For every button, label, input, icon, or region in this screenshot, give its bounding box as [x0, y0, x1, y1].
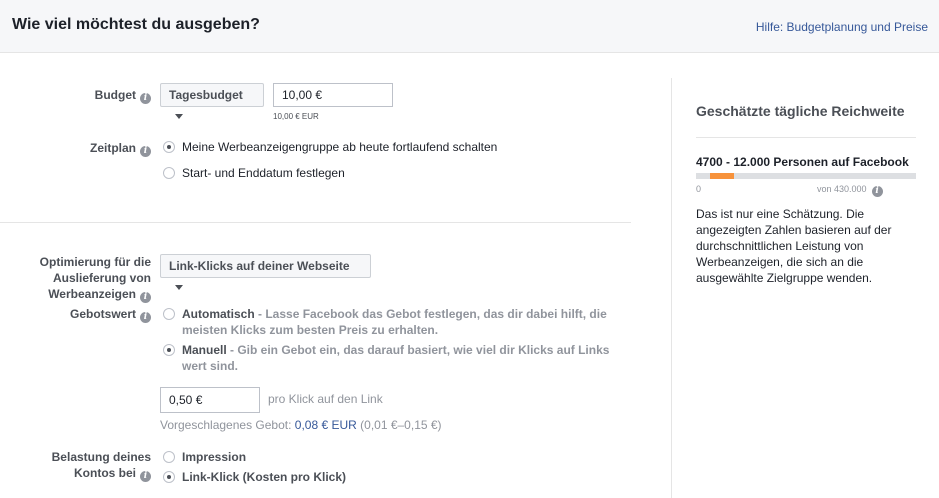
reach-bar: [696, 173, 916, 179]
schedule-option-continuous[interactable]: Meine Werbeanzeigengruppe ab heute fortl…: [182, 139, 497, 155]
page-header: Wie viel möchtest du ausgeben? Hilfe: Bu…: [0, 0, 939, 53]
budget-label: Budget i: [60, 87, 151, 104]
charge-option-link-click[interactable]: Link-Klick (Kosten pro Klick): [182, 469, 346, 485]
reach-bar-max-text: von 430.000: [817, 184, 867, 194]
budget-amount-note: 10,00 € EUR: [273, 112, 319, 121]
info-icon[interactable]: i: [140, 471, 151, 482]
charge-label-line1: Belastung deines: [51, 450, 151, 464]
bid-automatic-desc-2: meisten Klicks zum besten Preis zu erhal…: [182, 323, 439, 337]
charge-option-impression[interactable]: Impression: [182, 449, 246, 465]
bid-label: Gebotswert i: [40, 306, 151, 323]
page-title: Wie viel möchtest du ausgeben?: [12, 16, 260, 33]
schedule-radio-continuous[interactable]: [163, 141, 175, 153]
optimization-dropdown[interactable]: Link-Klicks auf deiner Webseite: [160, 254, 371, 290]
reach-description: Das ist nur eine Schätzung. Die angezeig…: [696, 207, 892, 285]
budget-type-dropdown[interactable]: Tagesbudget: [160, 83, 264, 119]
bid-radio-automatic[interactable]: [163, 308, 175, 320]
optimization-label: Optimierung für die Auslieferung von Wer…: [10, 254, 151, 303]
suggested-bid-prefix: Vorgeschlagenes Gebot:: [160, 418, 295, 432]
budget-label-text: Budget: [94, 88, 136, 102]
charge-label: Belastung deines Kontos bei i: [20, 449, 151, 482]
budget-amount-input[interactable]: 10,00 €: [273, 83, 393, 107]
optimization-label-line2: Auslieferung von: [52, 271, 151, 285]
suggested-bid-range: (0,01 €–0,15 €): [356, 418, 442, 432]
info-icon[interactable]: i: [140, 146, 151, 157]
charge-label-line2-wrap: Kontos bei i: [20, 465, 151, 482]
bid-option-manual[interactable]: Manuell - Gib ein Gebot ein, das darauf …: [182, 342, 622, 374]
bid-label-text: Gebotswert: [69, 307, 136, 321]
section-divider: [0, 222, 631, 223]
info-icon[interactable]: i: [140, 312, 151, 323]
reach-divider: [696, 137, 916, 138]
charge-radio-impression[interactable]: [163, 451, 175, 463]
optimization-label-line3: Werbeanzeigen: [48, 287, 136, 301]
optimization-value: Link-Klicks auf deiner Webseite: [169, 259, 350, 273]
bid-manual-desc: - Gib ein Gebot ein, das darauf basiert,…: [226, 343, 610, 357]
reach-bar-max: von 430.000 i: [817, 184, 883, 197]
sidebar-divider: [671, 78, 672, 498]
bid-amount-input[interactable]: 0,50 €: [160, 387, 260, 413]
optimization-label-line1: Optimierung für die: [39, 255, 151, 269]
charge-label-line2: Kontos bei: [74, 466, 136, 480]
budget-type-value: Tagesbudget: [169, 88, 243, 102]
reach-title: Geschätzte tägliche Reichweite: [696, 103, 905, 119]
bid-manual-title: Manuell: [182, 343, 227, 357]
bid-option-automatic[interactable]: Automatisch - Lasse Facebook das Gebot f…: [182, 306, 622, 338]
reach-bar-fill: [710, 173, 734, 179]
schedule-option-dates[interactable]: Start- und Enddatum festlegen: [182, 165, 345, 181]
chevron-down-icon: [175, 285, 183, 290]
bid-automatic-title: Automatisch: [182, 307, 255, 321]
suggested-bid: Vorgeschlagenes Gebot: 0,08 € EUR (0,01 …: [160, 418, 442, 432]
bid-manual-desc-2: wert sind.: [182, 359, 239, 373]
info-icon[interactable]: i: [871, 186, 883, 197]
suggested-bid-value[interactable]: 0,08 € EUR: [295, 418, 357, 432]
bid-automatic-desc: - Lasse Facebook das Gebot festlegen, da…: [254, 307, 607, 321]
info-icon[interactable]: i: [140, 93, 151, 104]
reach-range: 4700 - 12.000 Personen auf Facebook: [696, 155, 909, 169]
bid-radio-manual[interactable]: [163, 344, 175, 356]
schedule-label-text: Zeitplan: [89, 141, 136, 155]
charge-radio-link-click[interactable]: [163, 471, 175, 483]
help-budget-link[interactable]: Hilfe: Budgetplanung und Preise: [756, 20, 928, 34]
chevron-down-icon: [175, 114, 183, 119]
optimization-label-line3-wrap: Werbeanzeigen i: [10, 286, 151, 303]
schedule-label: Zeitplan i: [60, 140, 151, 157]
bid-amount-suffix: pro Klick auf den Link: [268, 392, 383, 406]
schedule-radio-dates[interactable]: [163, 167, 175, 179]
info-icon[interactable]: i: [140, 292, 151, 303]
reach-bar-min: 0: [696, 184, 702, 194]
